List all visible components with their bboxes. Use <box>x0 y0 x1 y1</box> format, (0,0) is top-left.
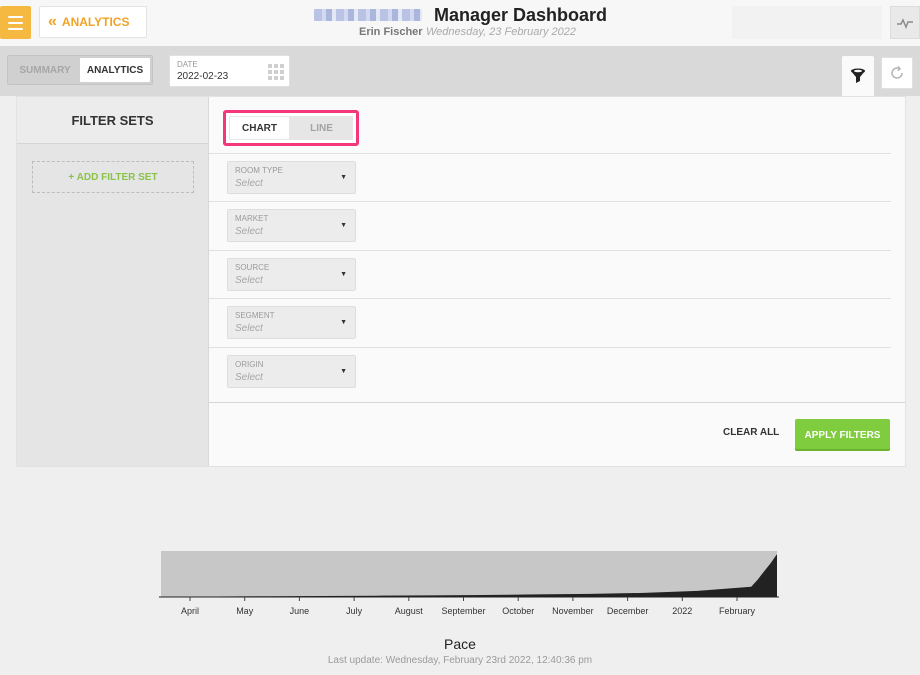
chart-line-toggle: CHART LINE <box>223 110 359 146</box>
x-tick-label: September <box>441 606 485 616</box>
hamburger-icon <box>8 15 23 18</box>
menu-button[interactable] <box>0 6 31 39</box>
date-value: 2022-02-23 <box>177 71 229 82</box>
double-chevron-left-icon: « <box>48 13 57 30</box>
x-tick-label: July <box>346 606 363 616</box>
select-placeholder: Select <box>235 226 263 237</box>
date-picker[interactable]: DATE 2022-02-23 <box>169 55 290 87</box>
page-title: Manager Dashboard <box>434 5 608 25</box>
select-label: SOURCE <box>235 263 270 272</box>
calendar-grid-icon <box>268 64 284 80</box>
x-tick-label: February <box>719 606 756 616</box>
segment-select[interactable]: SEGMENT Select ▼ <box>227 306 356 339</box>
room-type-select[interactable]: ROOM TYPE Select ▼ <box>227 161 356 194</box>
header-right-area <box>732 6 882 39</box>
caret-down-icon: ▼ <box>340 368 347 375</box>
back-button-label: ANALYTICS <box>61 15 130 29</box>
pace-title: Pace <box>444 636 476 652</box>
caret-down-icon: ▼ <box>340 271 347 278</box>
pace-chart: April May June July August September October No… <box>159 551 779 616</box>
x-tick-label: December <box>607 606 649 616</box>
caret-down-icon: ▼ <box>340 319 347 326</box>
chart-option[interactable]: CHART <box>229 116 291 140</box>
filter-divider <box>209 250 891 251</box>
refresh-button[interactable] <box>881 57 913 89</box>
select-placeholder: Select <box>235 372 263 383</box>
chart-plot-area <box>161 551 777 597</box>
hotel-name-blurred <box>314 9 422 21</box>
view-switch: SUMMARY ANALYTICS <box>7 55 153 85</box>
select-placeholder: Select <box>235 323 263 334</box>
date-label: DATE <box>177 60 198 69</box>
filter-sets-title: FILTER SETS <box>17 97 208 144</box>
tab-analytics[interactable]: ANALYTICS <box>80 58 150 82</box>
filter-divider <box>209 153 891 154</box>
actions-divider <box>209 402 905 403</box>
x-tick-label: October <box>502 606 534 616</box>
filter-divider <box>209 347 891 348</box>
activity-button[interactable] <box>890 6 920 39</box>
filter-sets-sidebar: FILTER SETS + ADD FILTER SET <box>17 97 209 466</box>
toolbar: SUMMARY ANALYTICS DATE 2022-02-23 <box>0 46 920 96</box>
x-tick-label: 2022 <box>672 606 692 616</box>
select-label: MARKET <box>235 214 269 223</box>
x-tick-label: June <box>290 606 310 616</box>
add-filter-set-button[interactable]: + ADD FILTER SET <box>32 161 194 193</box>
filter-icon <box>851 68 865 83</box>
select-label: ROOM TYPE <box>235 166 283 175</box>
origin-select[interactable]: ORIGIN Select ▼ <box>227 355 356 388</box>
refresh-icon <box>891 66 903 79</box>
last-update-text: Last update: Wednesday, February 23rd 20… <box>327 655 593 666</box>
x-axis-ticks: April May June July August September October No… <box>181 597 756 616</box>
filter-divider <box>209 201 891 202</box>
source-select[interactable]: SOURCE Select ▼ <box>227 258 356 291</box>
select-placeholder: Select <box>235 275 263 286</box>
line-option[interactable]: LINE <box>290 116 353 140</box>
x-tick-label: May <box>236 606 254 616</box>
back-to-analytics-button[interactable]: « ANALYTICS <box>39 6 147 38</box>
caret-down-icon: ▼ <box>340 222 347 229</box>
x-tick-label: August <box>395 606 424 616</box>
user-name: Erin Fischer <box>359 26 423 38</box>
select-label: SEGMENT <box>235 311 275 320</box>
clear-all-button[interactable]: CLEAR ALL <box>723 427 779 438</box>
select-placeholder: Select <box>235 178 263 189</box>
pulse-icon <box>897 17 913 29</box>
apply-filters-button[interactable]: APPLY FILTERS <box>795 419 890 451</box>
top-bar: « ANALYTICS Manager Dashboard Erin Fisch… <box>0 0 920 46</box>
x-tick-label: November <box>552 606 594 616</box>
filter-panel: FILTER SETS + ADD FILTER SET CHART LINE … <box>16 96 906 467</box>
x-tick-label: April <box>181 606 199 616</box>
current-date: Wednesday, 23 February 2022 <box>426 26 577 38</box>
select-label: ORIGIN <box>235 360 264 369</box>
market-select[interactable]: MARKET Select ▼ <box>227 209 356 242</box>
caret-down-icon: ▼ <box>340 174 347 181</box>
filter-divider <box>209 298 891 299</box>
filter-toggle-button[interactable] <box>842 56 874 96</box>
tab-summary[interactable]: SUMMARY <box>10 58 80 82</box>
